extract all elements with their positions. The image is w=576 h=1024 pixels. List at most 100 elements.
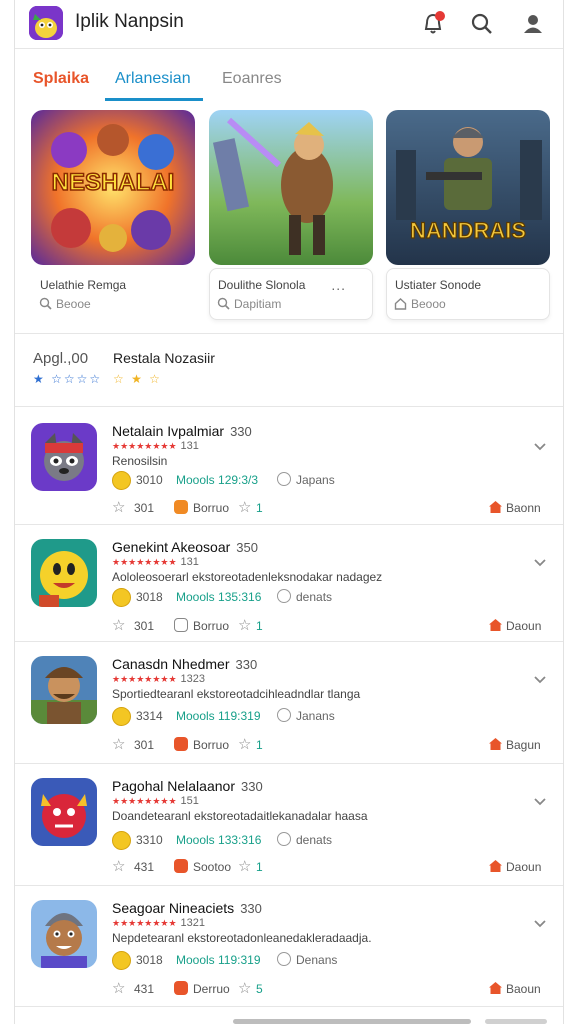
item-count: 3310: [136, 833, 163, 847]
notification-badge: [435, 11, 445, 21]
home-icon: [489, 982, 502, 994]
profile-icon[interactable]: [519, 10, 547, 38]
list-item[interactable]: Genekint Akeosoar 350 ★★★★★★★★ 131 Aololeo…: [15, 524, 563, 643]
like-count: 431: [134, 860, 155, 874]
item-description: Renosilsin: [112, 454, 168, 468]
list-item[interactable]: Canasdn Nhedmer 330 ★★★★★★★★ 1323 Sportied…: [15, 641, 563, 760]
source-label[interactable]: Borruo: [193, 501, 229, 515]
featured-card[interactable]: NESHALAI Uelathie Remga Beooe: [31, 110, 195, 320]
item-rating-stars: ★★★★★★★★ 1323: [112, 673, 206, 685]
item-place: denats: [296, 590, 333, 604]
clock-icon: [277, 708, 291, 722]
region-label[interactable]: Baonn: [506, 501, 541, 515]
item-meta: 3010 Moools 129:3/3 Japans: [112, 471, 552, 491]
item-actions: ☆ 301 Borruo ☆ 1 Daoun: [112, 616, 552, 636]
app-title: Iplik Nanpsin: [75, 11, 184, 32]
source-label[interactable]: Borruo: [193, 619, 229, 633]
star-icon[interactable]: ☆: [112, 979, 125, 997]
item-title: Pagohal Nelalaanor 330: [112, 778, 263, 794]
source-label[interactable]: Sootoo: [193, 860, 231, 874]
chevron-down-icon[interactable]: [533, 439, 547, 453]
home-icon: [489, 860, 502, 872]
star-icon[interactable]: ☆: [112, 735, 125, 753]
category-tabs: Splaika Arlanesian Eoanres: [15, 58, 563, 102]
like-count: 301: [134, 619, 155, 633]
tab-1[interactable]: Splaika: [33, 70, 89, 88]
source-badge-icon: [174, 981, 188, 995]
rating-section-title: Restala Nozasiir: [113, 350, 215, 366]
star-icon[interactable]: ☆: [238, 857, 251, 875]
clock-icon: [277, 952, 291, 966]
emoji-icon: [112, 471, 131, 490]
list-item[interactable]: Seagoar Nineaciets 330 ★★★★★★★★ 1321 Nepde…: [15, 885, 563, 1004]
item-place: Janans: [296, 709, 335, 723]
game-icon: [31, 423, 97, 491]
search-icon: [217, 297, 230, 310]
featured-card[interactable]: NANDRAIS Ustiater Sonode Beooo: [386, 110, 550, 320]
tab-2-active[interactable]: Arlanesian: [115, 70, 191, 88]
region-label[interactable]: Bagun: [506, 738, 541, 752]
home-icon: [489, 501, 502, 513]
search-icon[interactable]: [468, 10, 496, 38]
star-count: 1: [256, 860, 263, 874]
source-badge-icon: [174, 859, 188, 873]
app-logo[interactable]: [29, 6, 63, 40]
home-icon: [394, 298, 407, 310]
item-description: Nepdetearanl ekstoreotadonleanedaklerada…: [112, 931, 372, 945]
emoji-icon: [112, 588, 131, 607]
featured-carousel: NESHALAI Uelathie Remga Beooe Doulithe S…: [15, 110, 563, 325]
star-count: 1: [256, 738, 263, 752]
featured-card[interactable]: Doulithe Slonola ... Dapitiam: [209, 110, 373, 320]
home-icon: [489, 619, 502, 631]
item-mode: Moools 119:319: [176, 709, 261, 723]
star-count: 1: [256, 501, 263, 515]
item-place: Denans: [296, 953, 338, 967]
featured-image: [209, 110, 373, 265]
star-icon[interactable]: ☆: [238, 979, 251, 997]
source-label[interactable]: Derruo: [193, 982, 230, 996]
star-icon[interactable]: ☆: [112, 498, 125, 516]
item-actions: ☆ 431 Sootoo ☆ 1 Daoun: [112, 857, 552, 877]
item-count: 3010: [136, 473, 163, 487]
star-icon[interactable]: ☆: [238, 498, 251, 516]
divider: [15, 333, 563, 334]
item-actions: ☆ 431 Derruo ☆ 5 Baoun: [112, 979, 552, 999]
game-icon: [31, 656, 97, 724]
chevron-down-icon[interactable]: [533, 555, 547, 569]
region-label[interactable]: Daoun: [506, 619, 541, 633]
item-actions: ☆ 301 Borruo ☆ 1 Bagun: [112, 735, 552, 755]
chevron-down-icon[interactable]: [533, 794, 547, 808]
source-label[interactable]: Borruo: [193, 738, 229, 752]
region-label[interactable]: Daoun: [506, 860, 541, 874]
clock-icon: [277, 832, 291, 846]
star-icon[interactable]: ☆: [238, 616, 251, 634]
featured-image: NESHALAI: [31, 110, 195, 265]
item-title: Canasdn Nhedmer 330: [112, 656, 258, 672]
star-icon[interactable]: ☆: [238, 735, 251, 753]
notification-bell-icon[interactable]: [419, 10, 447, 38]
list-item[interactable]: Netalain Ivpalmiar 330 ★★★★★★★★ 131 Renosi…: [15, 406, 563, 525]
featured-title: Uelathie Remga: [40, 278, 127, 292]
clock-icon: [277, 589, 291, 603]
featured-info: Uelathie Remga Beooe: [31, 268, 195, 320]
search-icon: [39, 297, 52, 310]
scroll-indicator[interactable]: [233, 1019, 471, 1024]
item-title: Netalain Ivpalmiar 330: [112, 423, 252, 439]
star-icon[interactable]: ☆: [112, 857, 125, 875]
rating-filter-stars[interactable]: ☆ ★ ☆: [113, 372, 162, 386]
app-frame: Iplik Nanpsin Splaika Arlanesian Eoanres: [14, 0, 564, 1024]
item-meta: 3314 Moools 119:319 Janans: [112, 707, 552, 727]
item-count: 3018: [136, 590, 163, 604]
star-icon[interactable]: ☆: [112, 616, 125, 634]
region-label[interactable]: Baoun: [506, 982, 541, 996]
list-item[interactable]: Pagohal Nelalaanor 330 ★★★★★★★★ 151 Doande…: [15, 763, 563, 882]
tab-3[interactable]: Eoanres: [222, 70, 282, 88]
item-place: Japans: [296, 473, 335, 487]
active-tab-indicator: [105, 98, 203, 101]
chevron-down-icon[interactable]: [533, 916, 547, 930]
more-options-icon[interactable]: ...: [331, 277, 346, 293]
scroll-indicator-secondary: [485, 1019, 547, 1024]
like-count: 301: [134, 501, 155, 515]
chevron-down-icon[interactable]: [533, 672, 547, 686]
star-count: 5: [256, 982, 263, 996]
